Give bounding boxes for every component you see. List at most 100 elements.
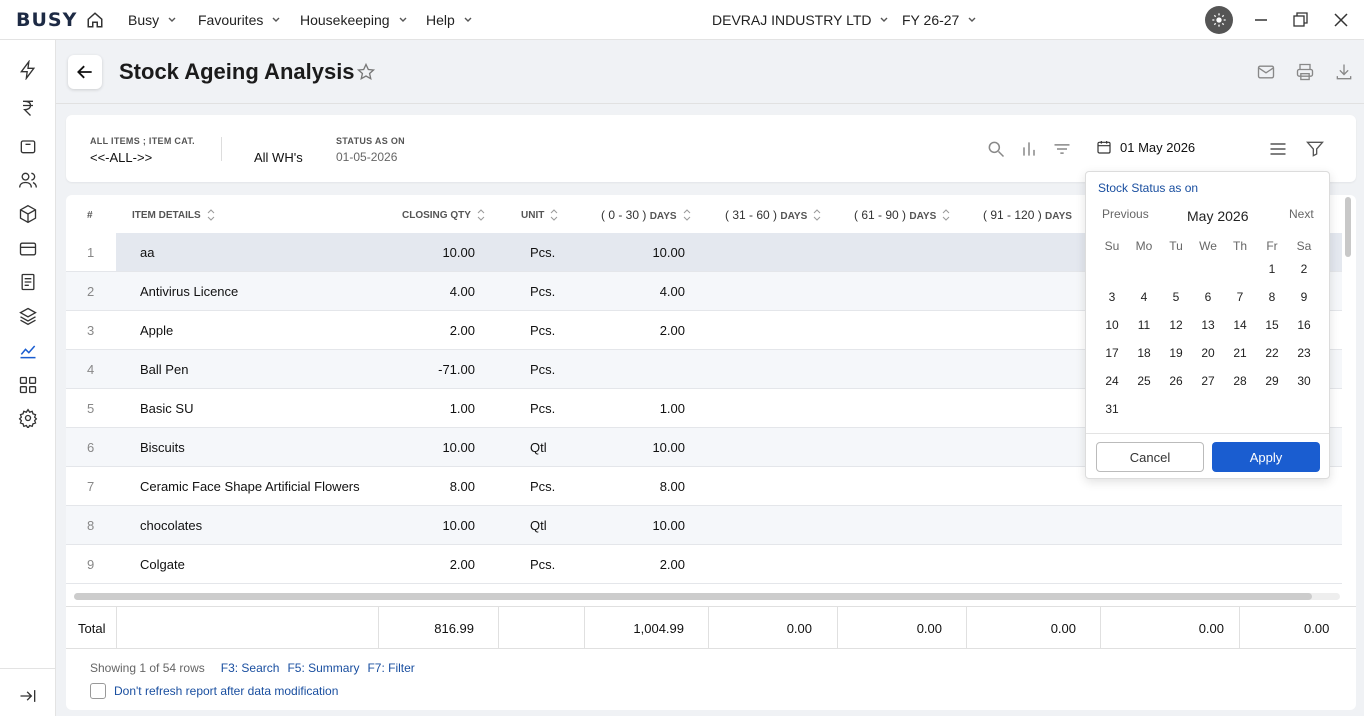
calendar-day[interactable]: 13 — [1196, 318, 1220, 332]
sort-icon — [207, 209, 215, 221]
date-picker-control[interactable]: 01 May 2026 — [1096, 139, 1195, 155]
shortcut-summary[interactable]: F5: Summary — [287, 661, 359, 675]
calendar-day[interactable]: 10 — [1100, 318, 1124, 332]
calendar-day[interactable]: 9 — [1292, 290, 1316, 304]
calendar-day[interactable]: 4 — [1132, 290, 1156, 304]
back-button[interactable] — [68, 55, 102, 89]
vertical-scrollbar[interactable] — [1345, 197, 1351, 257]
calendar-day[interactable]: 3 — [1100, 290, 1124, 304]
calendar-day[interactable]: 29 — [1260, 374, 1284, 388]
calendar-day[interactable]: 22 — [1260, 346, 1284, 360]
days-0-30-value: 4.00 — [659, 284, 685, 299]
table-row[interactable]: 8 chocolates 10.00 Qtl 10.00 — [66, 506, 1342, 545]
rupee-icon[interactable] — [18, 98, 38, 118]
chevron-down-icon — [880, 17, 888, 22]
apply-button[interactable]: Apply — [1212, 442, 1320, 472]
days-0-30-value: 10.00 — [652, 440, 685, 455]
row-index: 9 — [87, 557, 95, 572]
col-header-item[interactable]: ITEM DETAILS — [132, 208, 215, 222]
col-header-61-90[interactable]: ( 61 - 90 ) DAYS — [854, 208, 950, 222]
warehouse-value[interactable]: All WH's — [254, 150, 303, 165]
calendar-icon — [1097, 141, 1111, 154]
minimize-icon[interactable] — [1251, 10, 1271, 30]
item-name: Antivirus Licence — [140, 284, 239, 299]
layers-icon[interactable] — [18, 306, 38, 326]
apps-grid-icon[interactable] — [18, 375, 38, 395]
col-header-0-30[interactable]: ( 0 - 30 ) DAYS — [601, 208, 691, 222]
col-header-31-60[interactable]: ( 31 - 60 ) DAYS — [725, 208, 821, 222]
calendar-day[interactable]: 11 — [1132, 318, 1156, 332]
funnel-filter-icon[interactable] — [1305, 139, 1325, 159]
card-icon[interactable] — [18, 239, 38, 259]
horizontal-scrollbar[interactable] — [74, 593, 1312, 600]
table-row[interactable]: 9 Colgate 2.00 Pcs. 2.00 — [66, 545, 1342, 584]
bar-chart-icon[interactable] — [1019, 139, 1039, 159]
theme-toggle-button[interactable] — [1205, 6, 1233, 34]
refresh-option[interactable]: Don't refresh report after data modifica… — [90, 683, 338, 699]
expand-sidebar-icon[interactable] — [18, 686, 38, 706]
document-icon[interactable] — [18, 272, 38, 292]
calendar-day[interactable]: 20 — [1196, 346, 1220, 360]
calendar-day[interactable]: 5 — [1164, 290, 1188, 304]
calendar-day[interactable]: 1 — [1260, 262, 1284, 276]
calendar-day[interactable]: 12 — [1164, 318, 1188, 332]
calendar-day[interactable]: 25 — [1132, 374, 1156, 388]
menu-busy[interactable]: Busy — [128, 12, 177, 28]
calendar-day[interactable]: 28 — [1228, 374, 1252, 388]
calendar-day[interactable]: 6 — [1196, 290, 1220, 304]
download-icon[interactable] — [1334, 62, 1354, 82]
col-header-91-120[interactable]: ( 91 - 120 ) DAYS — [983, 208, 1072, 222]
calendar-next-button[interactable]: Next — [1289, 207, 1314, 221]
mail-icon[interactable] — [1256, 62, 1276, 82]
settings-gear-icon[interactable] — [18, 408, 38, 428]
menu-help[interactable]: Help — [426, 12, 473, 28]
calendar-day[interactable]: 18 — [1132, 346, 1156, 360]
fy-selector[interactable]: FY 26-27 — [902, 12, 977, 28]
close-icon[interactable] — [1331, 10, 1351, 30]
items-value[interactable]: <<-ALL->> — [90, 150, 152, 165]
closing-qty: 10.00 — [442, 518, 475, 533]
sort-filter-icon[interactable] — [1052, 139, 1072, 159]
col-header-closing-qty[interactable]: CLOSING QTY — [402, 208, 485, 222]
calendar-day[interactable]: 24 — [1100, 374, 1124, 388]
busy-logo: BUSY — [16, 9, 78, 31]
menu-housekeeping[interactable]: Housekeeping — [300, 12, 408, 28]
calendar-day[interactable]: 27 — [1196, 374, 1220, 388]
calendar-day[interactable]: 7 — [1228, 290, 1252, 304]
calendar-day[interactable]: 2 — [1292, 262, 1316, 276]
calendar-day[interactable]: 15 — [1260, 318, 1284, 332]
favourite-star-icon[interactable] — [356, 62, 376, 82]
flash-icon[interactable] — [18, 60, 38, 80]
print-icon[interactable] — [1295, 62, 1315, 82]
calendar-day[interactable]: 21 — [1228, 346, 1252, 360]
home-icon[interactable] — [86, 11, 104, 29]
closing-qty: -71.00 — [438, 362, 475, 377]
menu-favourites[interactable]: Favourites — [198, 12, 281, 28]
shortcut-filter[interactable]: F7: Filter — [367, 661, 414, 675]
search-icon[interactable] — [986, 139, 1006, 159]
calendar-day[interactable]: 31 — [1100, 402, 1124, 416]
calendar-day[interactable]: 19 — [1164, 346, 1188, 360]
calendar-day[interactable]: 17 — [1100, 346, 1124, 360]
calendar-day[interactable]: 16 — [1292, 318, 1316, 332]
menu-lines-icon[interactable] — [1268, 139, 1288, 159]
box-icon[interactable] — [18, 204, 38, 224]
total-last-col: 0.00 — [1304, 621, 1330, 636]
company-selector[interactable]: DEVRAJ INDUSTRY LTD — [712, 12, 889, 28]
refresh-checkbox[interactable] — [90, 683, 106, 699]
cancel-button[interactable]: Cancel — [1096, 442, 1204, 472]
shortcut-search[interactable]: F3: Search — [221, 661, 280, 675]
col-header-unit[interactable]: UNIT — [521, 208, 558, 222]
reports-chart-icon[interactable] — [18, 341, 38, 361]
calendar-day[interactable]: 23 — [1292, 346, 1316, 360]
chevron-down-icon — [272, 17, 280, 22]
calendar-day[interactable]: 8 — [1260, 290, 1284, 304]
users-icon[interactable] — [18, 170, 38, 190]
calendar-day[interactable]: 14 — [1228, 318, 1252, 332]
calendar-day[interactable]: 30 — [1292, 374, 1316, 388]
calendar-day[interactable]: 26 — [1164, 374, 1188, 388]
calendar-previous-button[interactable]: Previous — [1102, 207, 1149, 221]
restore-icon[interactable] — [1290, 10, 1310, 30]
bag-icon[interactable] — [18, 136, 38, 156]
item-name: Colgate — [140, 557, 185, 572]
